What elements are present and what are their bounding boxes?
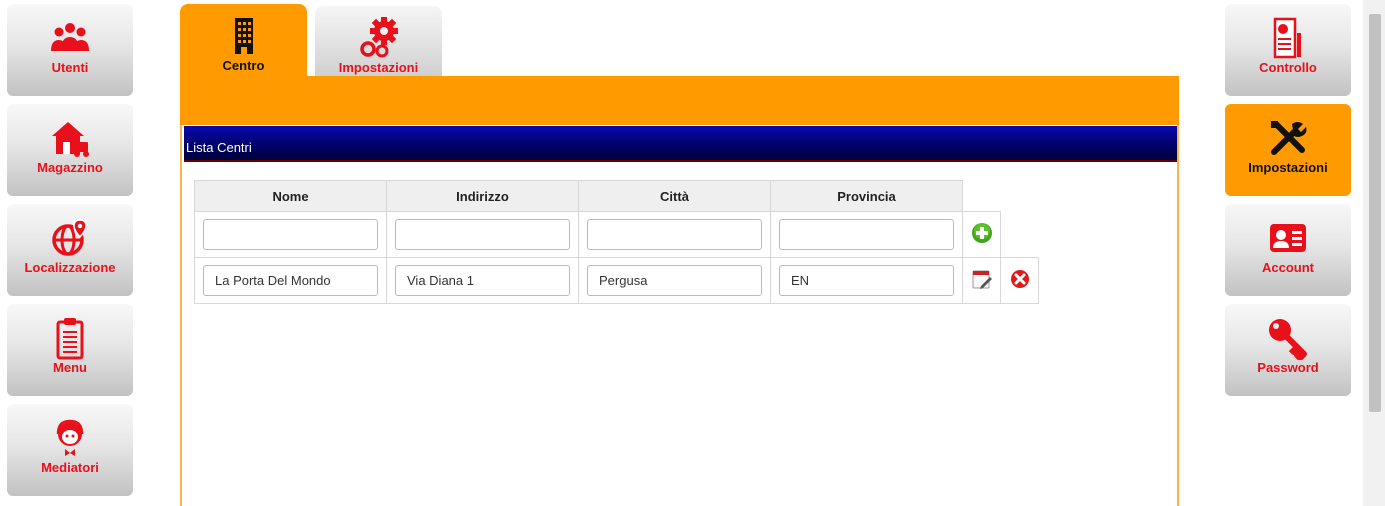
- nav-label: Password: [1257, 360, 1319, 375]
- provincia-field[interactable]: [779, 265, 954, 296]
- id-card-icon: [1268, 218, 1308, 258]
- column-header-provincia: Provincia: [770, 180, 963, 212]
- nav-menu-button[interactable]: Menu: [7, 304, 133, 396]
- delete-button[interactable]: [1000, 257, 1039, 304]
- nav-label: Mediatori: [41, 460, 99, 475]
- nav-label: Account: [1262, 260, 1314, 275]
- warehouse-icon: [48, 118, 92, 158]
- column-header-indirizzo: Indirizzo: [386, 180, 579, 212]
- tab-impostazioni[interactable]: Impostazioni: [315, 6, 442, 78]
- tab-centro[interactable]: Centro: [180, 4, 307, 78]
- nav-mediatori-button[interactable]: Mediatori: [7, 404, 133, 496]
- nav-account-button[interactable]: Account: [1225, 204, 1351, 296]
- indirizzo-field[interactable]: [395, 265, 570, 296]
- new-nome-input[interactable]: [203, 219, 378, 250]
- report-chart-icon: [1273, 17, 1303, 59]
- nav-localizzazione-button[interactable]: Localizzazione: [7, 204, 133, 296]
- tools-icon: [1268, 118, 1308, 158]
- edit-icon: [972, 270, 992, 289]
- nav-label: Magazzino: [37, 160, 103, 175]
- clipboard-list-icon: [55, 318, 85, 360]
- nav-label: Impostazioni: [1248, 160, 1328, 175]
- key-icon: [1266, 318, 1310, 360]
- vertical-scrollbar[interactable]: [1363, 0, 1385, 506]
- add-icon: [971, 223, 992, 243]
- scrollbar-thumb[interactable]: [1369, 14, 1381, 412]
- nav-magazzino-button[interactable]: Magazzino: [7, 104, 133, 196]
- building-icon: [233, 14, 255, 58]
- centri-table: Nome Indirizzo Città Provincia: [194, 180, 1039, 304]
- tab-content-header: [180, 76, 1179, 126]
- centri-panel: Lista Centri Nome Indirizzo Città Provin…: [180, 125, 1179, 506]
- nav-label: Menu: [53, 360, 87, 375]
- nav-label: Controllo: [1259, 60, 1317, 75]
- nome-field[interactable]: [203, 265, 378, 296]
- app-root: Utenti Magazzino Localizzazione Menu Med…: [0, 0, 1385, 506]
- nav-impostazioni-button[interactable]: Impostazioni: [1225, 104, 1351, 196]
- users-icon: [50, 18, 90, 58]
- citta-field[interactable]: [587, 265, 762, 296]
- nav-label: Localizzazione: [24, 260, 116, 275]
- delete-icon: [1010, 270, 1029, 288]
- add-button[interactable]: [962, 211, 1001, 258]
- edit-button[interactable]: [962, 257, 1001, 304]
- globe-pin-icon: [50, 218, 90, 258]
- new-provincia-input[interactable]: [779, 219, 954, 250]
- operator-headset-icon: [52, 418, 88, 458]
- nav-utenti-button[interactable]: Utenti: [7, 4, 133, 96]
- panel-title: Lista Centri: [184, 126, 1177, 162]
- nav-controllo-button[interactable]: Controllo: [1225, 4, 1351, 96]
- nav-label: Utenti: [51, 60, 89, 75]
- table-header-row: Nome Indirizzo Città Provincia: [194, 180, 1039, 212]
- gears-icon: [356, 16, 402, 60]
- column-header-nome: Nome: [194, 180, 387, 212]
- tab-label: Impostazioni: [338, 60, 419, 75]
- new-indirizzo-input[interactable]: [395, 219, 570, 250]
- new-citta-input[interactable]: [587, 219, 762, 250]
- column-header-citta: Città: [578, 180, 771, 212]
- new-entry-row: [194, 211, 1039, 258]
- tab-label: Centro: [222, 58, 265, 73]
- table-row: [194, 257, 1039, 304]
- nav-password-button[interactable]: Password: [1225, 304, 1351, 396]
